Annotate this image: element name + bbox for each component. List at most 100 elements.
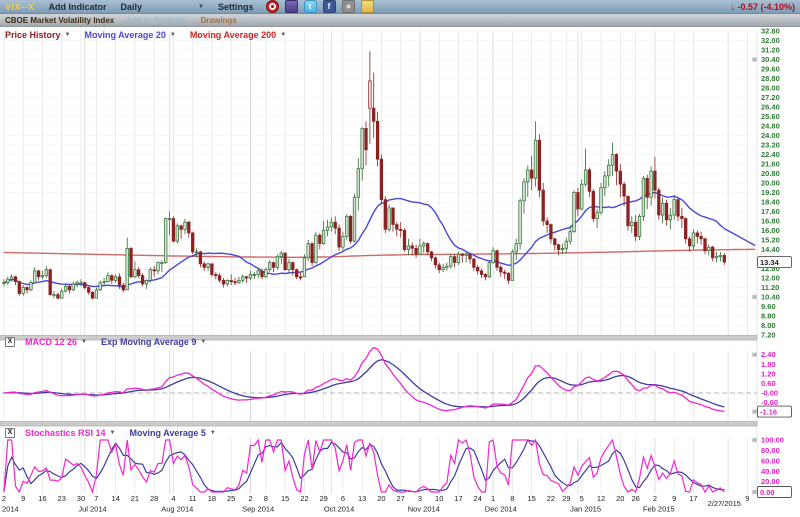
period-dropdown-icon[interactable]: ▼ xyxy=(198,4,204,10)
price-history-menu[interactable]: Price History xyxy=(5,30,61,40)
down-arrow-icon: ↓ xyxy=(730,2,735,12)
chevron-down-icon[interactable]: ▼ xyxy=(170,32,176,38)
quote-change: ↓ -0.57 (-4.10%) xyxy=(730,2,795,12)
add-indicator-button[interactable]: Add Indicator xyxy=(49,2,107,12)
chevron-down-icon[interactable]: ▼ xyxy=(110,430,116,436)
chevron-down-icon[interactable]: ▼ xyxy=(65,32,71,38)
camera-icon[interactable] xyxy=(342,0,355,13)
svg-text:22: 22 xyxy=(547,494,555,503)
axis-scroll-arrows xyxy=(752,57,757,495)
svg-text:7.20: 7.20 xyxy=(761,331,776,340)
svg-text:29.60: 29.60 xyxy=(761,65,780,74)
stoch-rsi-menu[interactable]: Stochastics RSI 14 xyxy=(25,428,106,438)
svg-text:Jul 2014: Jul 2014 xyxy=(78,505,106,514)
svg-text:2.40: 2.40 xyxy=(761,350,776,359)
svg-text:13.34: 13.34 xyxy=(760,258,780,267)
facebook-icon[interactable]: f xyxy=(323,0,336,13)
current-date-label: 2/27/2015 xyxy=(708,499,741,508)
svg-text:Jan 2015: Jan 2015 xyxy=(570,505,601,514)
drawings-link[interactable]: Drawings xyxy=(201,16,237,25)
svg-text:21.60: 21.60 xyxy=(761,160,780,169)
svg-text:9.60: 9.60 xyxy=(761,302,776,311)
period-select[interactable]: Daily xyxy=(121,2,143,12)
macd-signal-line xyxy=(4,360,724,407)
chevron-down-icon[interactable]: ▼ xyxy=(280,32,286,38)
svg-text:8: 8 xyxy=(264,494,268,503)
svg-text:23.20: 23.20 xyxy=(761,141,780,150)
note-icon[interactable] xyxy=(361,0,374,13)
svg-text:16: 16 xyxy=(38,494,46,503)
svg-text:12.00: 12.00 xyxy=(761,274,780,283)
svg-text:10: 10 xyxy=(435,494,443,503)
svg-text:1.20: 1.20 xyxy=(761,369,776,378)
svg-text:21: 21 xyxy=(131,494,139,503)
svg-text:8.00: 8.00 xyxy=(761,321,776,330)
svg-text:4: 4 xyxy=(171,494,175,503)
svg-text:28: 28 xyxy=(150,494,158,503)
stoch-panel-header: X Stochastics RSI 14 ▼ Moving Average 5 ▼ xyxy=(5,427,216,438)
settings-button[interactable]: Settings xyxy=(218,2,254,12)
svg-text:15.20: 15.20 xyxy=(761,236,780,245)
toolbar-icons: tf xyxy=(266,0,374,13)
close-stoch-panel-button[interactable]: X xyxy=(5,428,15,438)
svg-text:Nov 2014: Nov 2014 xyxy=(408,505,440,514)
svg-text:2: 2 xyxy=(248,494,252,503)
svg-text:11: 11 xyxy=(189,494,197,503)
svg-text:23: 23 xyxy=(58,494,66,503)
stochastics-panel xyxy=(4,440,724,492)
price-panel-header: Price History ▼ Moving Average 20 ▼ Moving… xyxy=(5,29,286,40)
chart-canvas: 32.8032.0031.2030.4029.6028.8028.0027.20… xyxy=(0,27,800,517)
ma20-menu[interactable]: Moving Average 20 xyxy=(84,30,165,40)
cube-icon[interactable] xyxy=(285,0,298,13)
svg-text:2: 2 xyxy=(653,494,657,503)
symbol-label[interactable]: VIX--X xyxy=(5,2,35,12)
svg-text:22: 22 xyxy=(300,494,308,503)
svg-text:20.80: 20.80 xyxy=(761,169,780,178)
svg-text:100.00: 100.00 xyxy=(761,436,784,445)
svg-text:-0.00: -0.00 xyxy=(761,389,778,398)
chevron-down-icon[interactable]: ▼ xyxy=(200,339,206,345)
svg-text:24.00: 24.00 xyxy=(761,131,780,140)
record-icon[interactable] xyxy=(266,0,279,13)
svg-text:2: 2 xyxy=(2,494,6,503)
macd-menu[interactable]: MACD 12 26 xyxy=(25,337,77,347)
main-toolbar: VIX--X Add Indicator Daily ▼ Settings tf… xyxy=(0,0,800,14)
svg-text:60.00: 60.00 xyxy=(761,456,780,465)
close-macd-panel-button[interactable]: X xyxy=(5,337,15,347)
svg-text:10.40: 10.40 xyxy=(761,293,780,302)
svg-text:20: 20 xyxy=(616,494,624,503)
svg-text:13: 13 xyxy=(358,494,366,503)
svg-text:19.20: 19.20 xyxy=(761,188,780,197)
ma200-menu[interactable]: Moving Average 200 xyxy=(190,30,276,40)
twitter-icon[interactable]: t xyxy=(304,0,317,13)
svg-text:Dec 2014: Dec 2014 xyxy=(485,505,517,514)
svg-text:28.00: 28.00 xyxy=(761,84,780,93)
svg-text:20.00: 20.00 xyxy=(761,477,780,486)
svg-text:20: 20 xyxy=(377,494,385,503)
svg-text:Sep 2014: Sep 2014 xyxy=(242,505,274,514)
svg-text:0.00: 0.00 xyxy=(760,488,775,497)
chevron-down-icon[interactable]: ▼ xyxy=(81,339,87,345)
svg-text:9: 9 xyxy=(21,494,25,503)
svg-text:8.80: 8.80 xyxy=(761,312,776,321)
svg-text:29: 29 xyxy=(319,494,327,503)
svg-text:15: 15 xyxy=(527,494,535,503)
svg-text:Feb 2015: Feb 2015 xyxy=(643,505,675,514)
add-to-portfolio-link[interactable]: Add to Portfolio xyxy=(126,16,186,25)
chevron-down-icon[interactable]: ▼ xyxy=(210,430,216,436)
candlesticks xyxy=(3,51,726,299)
svg-text:9: 9 xyxy=(672,494,676,503)
trading-app-window: VIX--X Add Indicator Daily ▼ Settings tf… xyxy=(0,0,800,517)
svg-text:1.80: 1.80 xyxy=(761,360,776,369)
svg-text:17: 17 xyxy=(454,494,462,503)
svg-text:5: 5 xyxy=(580,494,584,503)
svg-text:0.60: 0.60 xyxy=(761,379,776,388)
svg-text:24: 24 xyxy=(474,494,482,503)
symbol-description: CBOE Market Volatility Index xyxy=(5,16,114,25)
macd-signal-menu[interactable]: Exp Moving Average 9 xyxy=(101,337,196,347)
svg-text:16.00: 16.00 xyxy=(761,226,780,235)
svg-text:1: 1 xyxy=(491,494,495,503)
stoch-ma-menu[interactable]: Moving Average 5 xyxy=(130,428,206,438)
svg-text:2014: 2014 xyxy=(2,505,19,514)
svg-text:-1.16: -1.16 xyxy=(760,407,777,416)
